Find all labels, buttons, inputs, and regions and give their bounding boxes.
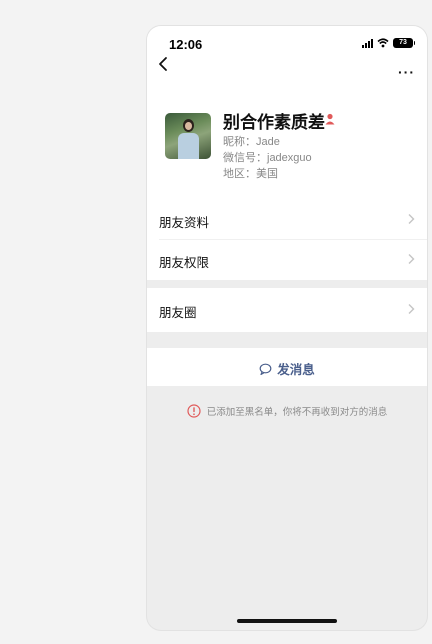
chevron-right-icon	[408, 304, 415, 314]
region-line: 地区：美国	[223, 168, 278, 180]
wifi-icon	[377, 38, 389, 48]
wechat-id-line: 微信号：jadexguo	[223, 152, 312, 164]
friend-permissions-label: 朋友权限	[159, 256, 210, 270]
moments-row[interactable]: 朋友圈	[147, 288, 427, 332]
person-icon	[325, 113, 335, 125]
signal-icon	[362, 38, 373, 48]
avatar[interactable]	[165, 113, 211, 159]
home-indicator[interactable]	[237, 619, 337, 623]
send-message-button[interactable]: 发消息	[147, 348, 427, 386]
contact-name: 别合作素质差	[223, 113, 325, 132]
phone-screen: 12:06 73 ··· 别合作素质差 昵称：Jade 微信号：jadexguo…	[147, 26, 427, 630]
chevron-right-icon	[408, 214, 415, 224]
status-time: 12:06	[169, 37, 203, 52]
back-arrow-icon[interactable]	[157, 56, 173, 72]
profile-header: 别合作素质差 昵称：Jade 微信号：jadexguo 地区：美国	[147, 106, 427, 206]
blacklist-notice: 已添加至黑名单，你将不再收到对方的消息	[147, 404, 427, 418]
battery-icon: 73	[393, 38, 415, 48]
friend-info-row[interactable]: 朋友资料	[147, 200, 427, 240]
more-options-icon[interactable]: ···	[398, 64, 415, 80]
send-message-label: 发消息	[277, 363, 315, 377]
friend-info-label: 朋友资料	[159, 216, 210, 230]
friend-permissions-row[interactable]: 朋友权限	[147, 240, 427, 280]
warning-icon	[187, 404, 201, 418]
chat-bubble-icon	[259, 363, 272, 375]
chevron-right-icon	[408, 254, 415, 264]
moments-label: 朋友圈	[159, 306, 197, 320]
nickname-line: 昵称：Jade	[223, 136, 280, 148]
status-bar: 12:06 73	[147, 26, 427, 62]
status-icons: 73	[362, 38, 415, 48]
blacklist-notice-text: 已添加至黑名单，你将不再收到对方的消息	[206, 407, 388, 418]
nav-bar	[147, 62, 427, 106]
